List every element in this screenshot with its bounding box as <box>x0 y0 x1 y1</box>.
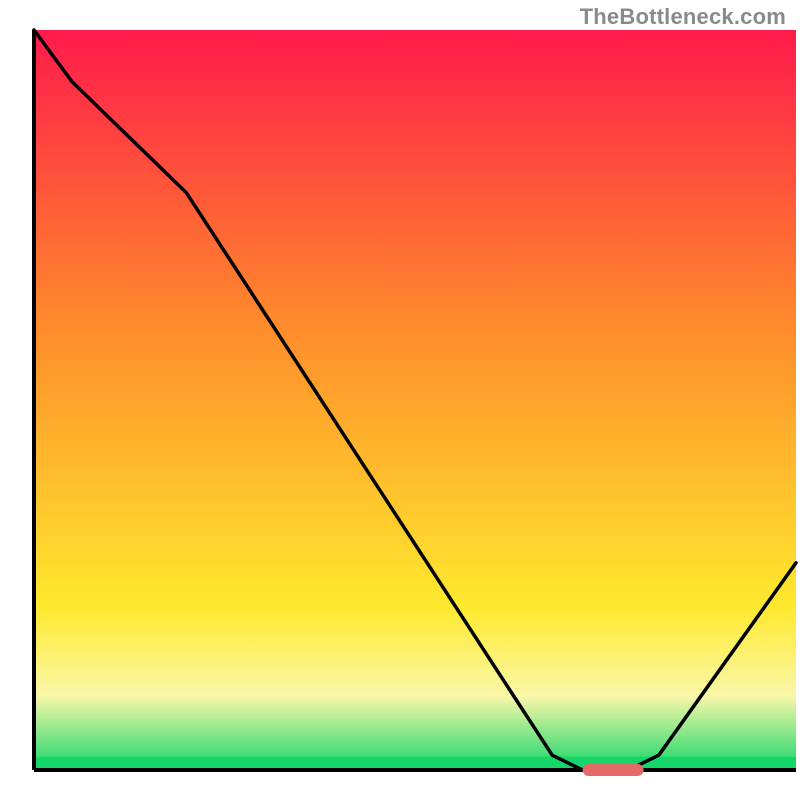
chart-svg <box>0 0 800 800</box>
valley-marker <box>583 764 644 776</box>
watermark-text: TheBottleneck.com <box>580 4 786 30</box>
chart-container: TheBottleneck.com <box>0 0 800 800</box>
plot-background <box>34 30 796 770</box>
